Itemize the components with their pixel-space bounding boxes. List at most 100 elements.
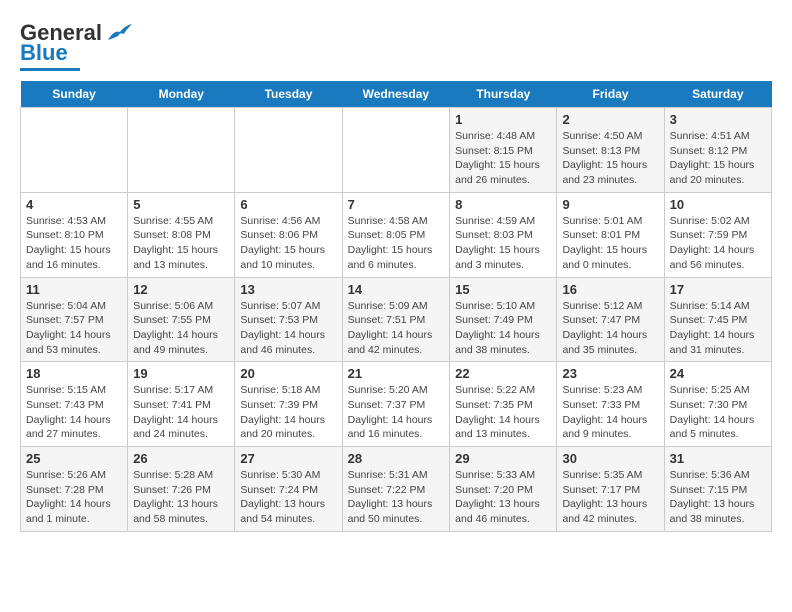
calendar-cell xyxy=(21,108,128,193)
calendar-cell: 18 Sunrise: 5:15 AM Sunset: 7:43 PM Dayli… xyxy=(21,362,128,447)
day-number: 22 xyxy=(455,366,551,381)
logo: General Blue xyxy=(20,20,132,71)
calendar-cell: 5 Sunrise: 4:55 AM Sunset: 8:08 PM Daylig… xyxy=(128,192,235,277)
logo-bird-icon xyxy=(104,22,132,44)
day-info: Sunrise: 5:35 AM Sunset: 7:17 PM Dayligh… xyxy=(562,468,658,527)
day-number: 21 xyxy=(348,366,445,381)
calendar-cell: 28Sunrise: 5:31 AM Sunset: 7:22 PM Dayli… xyxy=(342,447,450,532)
day-number: 16 xyxy=(562,282,658,297)
calendar-cell: 26Sunrise: 5:28 AM Sunset: 7:26 PM Dayli… xyxy=(128,447,235,532)
day-number: 24 xyxy=(670,366,766,381)
calendar-cell: 25 Sunrise: 5:26 AM Sunset: 7:28 PM Dayli… xyxy=(21,447,128,532)
calendar-cell: 22 Sunrise: 5:22 AM Sunset: 7:35 PM Dayli… xyxy=(450,362,557,447)
calendar-cell: 27 Sunrise: 5:30 AM Sunset: 7:24 PM Dayli… xyxy=(235,447,342,532)
day-header-saturday: Saturday xyxy=(664,81,771,108)
calendar-week-row: 25 Sunrise: 5:26 AM Sunset: 7:28 PM Dayli… xyxy=(21,447,772,532)
calendar-cell xyxy=(235,108,342,193)
day-number: 31 xyxy=(670,451,766,466)
calendar-cell: 9Sunrise: 5:01 AM Sunset: 8:01 PM Daylig… xyxy=(557,192,664,277)
day-info: Sunrise: 4:59 AM Sunset: 8:03 PM Dayligh… xyxy=(455,214,551,273)
page-header: General Blue xyxy=(20,20,772,71)
day-header-tuesday: Tuesday xyxy=(235,81,342,108)
day-number: 23 xyxy=(562,366,658,381)
day-number: 7 xyxy=(348,197,445,212)
day-info: Sunrise: 5:22 AM Sunset: 7:35 PM Dayligh… xyxy=(455,383,551,442)
day-number: 19 xyxy=(133,366,229,381)
calendar-cell: 8Sunrise: 4:59 AM Sunset: 8:03 PM Daylig… xyxy=(450,192,557,277)
day-info: Sunrise: 5:02 AM Sunset: 7:59 PM Dayligh… xyxy=(670,214,766,273)
day-header-sunday: Sunday xyxy=(21,81,128,108)
day-number: 9 xyxy=(562,197,658,212)
day-info: Sunrise: 5:17 AM Sunset: 7:41 PM Dayligh… xyxy=(133,383,229,442)
day-info: Sunrise: 5:30 AM Sunset: 7:24 PM Dayligh… xyxy=(240,468,336,527)
logo-blue: Blue xyxy=(20,40,68,66)
day-number: 28 xyxy=(348,451,445,466)
calendar-cell: 30 Sunrise: 5:35 AM Sunset: 7:17 PM Dayli… xyxy=(557,447,664,532)
days-header-row: SundayMondayTuesdayWednesdayThursdayFrid… xyxy=(21,81,772,108)
day-number: 1 xyxy=(455,112,551,127)
calendar-cell: 20Sunrise: 5:18 AM Sunset: 7:39 PM Dayli… xyxy=(235,362,342,447)
day-info: Sunrise: 5:14 AM Sunset: 7:45 PM Dayligh… xyxy=(670,299,766,358)
calendar-cell xyxy=(342,108,450,193)
calendar-cell: 3 Sunrise: 4:51 AM Sunset: 8:12 PM Daylig… xyxy=(664,108,771,193)
day-info: Sunrise: 5:10 AM Sunset: 7:49 PM Dayligh… xyxy=(455,299,551,358)
day-info: Sunrise: 5:23 AM Sunset: 7:33 PM Dayligh… xyxy=(562,383,658,442)
day-info: Sunrise: 4:58 AM Sunset: 8:05 PM Dayligh… xyxy=(348,214,445,273)
calendar-cell: 15 Sunrise: 5:10 AM Sunset: 7:49 PM Dayli… xyxy=(450,277,557,362)
day-info: Sunrise: 5:04 AM Sunset: 7:57 PM Dayligh… xyxy=(26,299,122,358)
day-number: 25 xyxy=(26,451,122,466)
calendar-cell: 7 Sunrise: 4:58 AM Sunset: 8:05 PM Daylig… xyxy=(342,192,450,277)
day-info: Sunrise: 4:51 AM Sunset: 8:12 PM Dayligh… xyxy=(670,129,766,188)
day-header-friday: Friday xyxy=(557,81,664,108)
calendar-week-row: 11 Sunrise: 5:04 AM Sunset: 7:57 PM Dayli… xyxy=(21,277,772,362)
day-info: Sunrise: 5:28 AM Sunset: 7:26 PM Dayligh… xyxy=(133,468,229,527)
day-number: 4 xyxy=(26,197,122,212)
day-info: Sunrise: 5:15 AM Sunset: 7:43 PM Dayligh… xyxy=(26,383,122,442)
day-number: 18 xyxy=(26,366,122,381)
day-header-wednesday: Wednesday xyxy=(342,81,450,108)
day-info: Sunrise: 5:33 AM Sunset: 7:20 PM Dayligh… xyxy=(455,468,551,527)
calendar-cell: 4Sunrise: 4:53 AM Sunset: 8:10 PM Daylig… xyxy=(21,192,128,277)
day-info: Sunrise: 5:25 AM Sunset: 7:30 PM Dayligh… xyxy=(670,383,766,442)
day-header-thursday: Thursday xyxy=(450,81,557,108)
day-info: Sunrise: 4:56 AM Sunset: 8:06 PM Dayligh… xyxy=(240,214,336,273)
day-number: 13 xyxy=(240,282,336,297)
calendar-cell: 19 Sunrise: 5:17 AM Sunset: 7:41 PM Dayli… xyxy=(128,362,235,447)
calendar-cell: 13Sunrise: 5:07 AM Sunset: 7:53 PM Dayli… xyxy=(235,277,342,362)
day-number: 17 xyxy=(670,282,766,297)
calendar-week-row: 4Sunrise: 4:53 AM Sunset: 8:10 PM Daylig… xyxy=(21,192,772,277)
day-number: 15 xyxy=(455,282,551,297)
calendar-cell: 10 Sunrise: 5:02 AM Sunset: 7:59 PM Dayli… xyxy=(664,192,771,277)
calendar-cell xyxy=(128,108,235,193)
day-number: 10 xyxy=(670,197,766,212)
calendar-cell: 14Sunrise: 5:09 AM Sunset: 7:51 PM Dayli… xyxy=(342,277,450,362)
day-info: Sunrise: 4:50 AM Sunset: 8:13 PM Dayligh… xyxy=(562,129,658,188)
day-info: Sunrise: 5:06 AM Sunset: 7:55 PM Dayligh… xyxy=(133,299,229,358)
day-info: Sunrise: 5:26 AM Sunset: 7:28 PM Dayligh… xyxy=(26,468,122,527)
calendar-cell: 2 Sunrise: 4:50 AM Sunset: 8:13 PM Daylig… xyxy=(557,108,664,193)
calendar-cell: 21 Sunrise: 5:20 AM Sunset: 7:37 PM Dayli… xyxy=(342,362,450,447)
calendar-cell: 1Sunrise: 4:48 AM Sunset: 8:15 PM Daylig… xyxy=(450,108,557,193)
logo-underline xyxy=(20,68,80,71)
day-number: 3 xyxy=(670,112,766,127)
day-number: 29 xyxy=(455,451,551,466)
calendar-cell: 24 Sunrise: 5:25 AM Sunset: 7:30 PM Dayli… xyxy=(664,362,771,447)
day-number: 11 xyxy=(26,282,122,297)
calendar-table: SundayMondayTuesdayWednesdayThursdayFrid… xyxy=(20,81,772,532)
calendar-week-row: 1Sunrise: 4:48 AM Sunset: 8:15 PM Daylig… xyxy=(21,108,772,193)
day-number: 6 xyxy=(240,197,336,212)
day-info: Sunrise: 5:12 AM Sunset: 7:47 PM Dayligh… xyxy=(562,299,658,358)
day-info: Sunrise: 5:20 AM Sunset: 7:37 PM Dayligh… xyxy=(348,383,445,442)
day-info: Sunrise: 4:55 AM Sunset: 8:08 PM Dayligh… xyxy=(133,214,229,273)
calendar-cell: 12Sunrise: 5:06 AM Sunset: 7:55 PM Dayli… xyxy=(128,277,235,362)
day-number: 5 xyxy=(133,197,229,212)
calendar-week-row: 18 Sunrise: 5:15 AM Sunset: 7:43 PM Dayli… xyxy=(21,362,772,447)
calendar-cell: 16 Sunrise: 5:12 AM Sunset: 7:47 PM Dayli… xyxy=(557,277,664,362)
day-info: Sunrise: 5:09 AM Sunset: 7:51 PM Dayligh… xyxy=(348,299,445,358)
calendar-cell: 29 Sunrise: 5:33 AM Sunset: 7:20 PM Dayli… xyxy=(450,447,557,532)
day-number: 27 xyxy=(240,451,336,466)
day-number: 20 xyxy=(240,366,336,381)
day-number: 30 xyxy=(562,451,658,466)
calendar-cell: 31Sunrise: 5:36 AM Sunset: 7:15 PM Dayli… xyxy=(664,447,771,532)
day-number: 2 xyxy=(562,112,658,127)
